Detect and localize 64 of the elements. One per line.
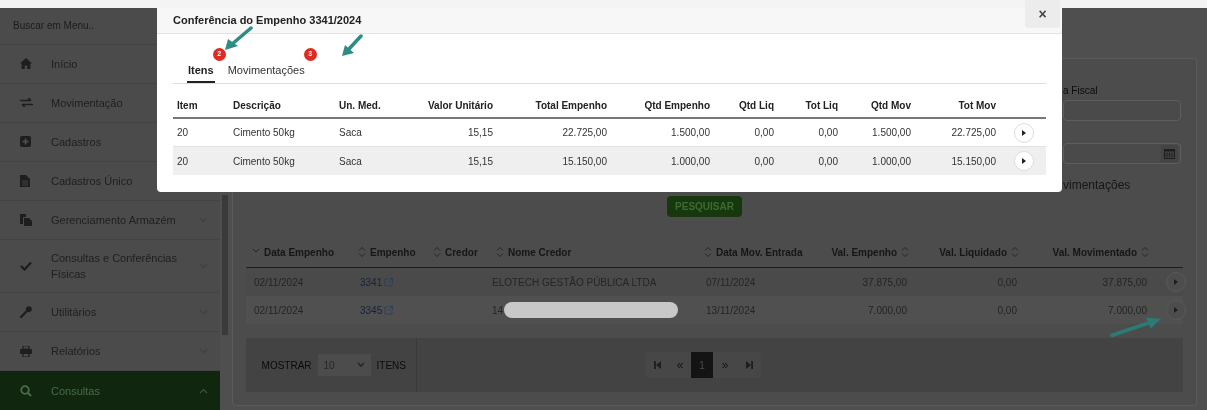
table-cell: 1.000,00: [872, 155, 911, 167]
column-header: Tot Mov: [958, 100, 996, 111]
table-cell: Cimento 50kg: [233, 127, 295, 138]
plus-square-icon: [20, 136, 31, 148]
column-header: Un. Med.: [339, 100, 381, 111]
table-cell: 1.500,00: [671, 127, 710, 138]
column-header: Qtd Liq: [739, 100, 774, 111]
play-icon: [1021, 129, 1026, 136]
exchange-icon: [20, 98, 33, 108]
tab[interactable]: Movimentações: [226, 61, 306, 83]
external-link-icon[interactable]: [384, 277, 394, 287]
first-page-icon: [653, 361, 661, 369]
calendar-button[interactable]: [1161, 145, 1178, 162]
table-cell: 0,00: [754, 127, 774, 138]
play-icon: [1174, 307, 1178, 313]
items-label: ITENS: [376, 358, 406, 373]
table-cell: 1.500,00: [872, 127, 911, 138]
date-field[interactable]: [1063, 143, 1181, 164]
copy-icon: [20, 213, 32, 226]
column-header: Descrição: [233, 100, 281, 111]
text-field[interactable]: [1063, 100, 1181, 121]
table-cell: Cimento 50kg: [233, 155, 295, 167]
table-cell: 15,15: [467, 127, 493, 138]
show-label: MOSTRAR: [261, 358, 312, 373]
field-label: a Fiscal: [1063, 84, 1099, 98]
printer-icon: [20, 345, 32, 357]
close-button[interactable]: ×: [1025, 0, 1060, 28]
wrench-icon: [20, 306, 32, 318]
column-header: Total Empenho: [535, 100, 607, 111]
column-header: Item: [177, 100, 198, 111]
play-icon: [1174, 279, 1178, 285]
column-header: Valor Unitário: [428, 100, 493, 111]
table-cell: 15.150,00: [562, 155, 607, 167]
sidebar-item[interactable]: Consultas: [0, 371, 220, 410]
column-header: Qtd Mov: [871, 100, 911, 111]
check-icon: [20, 260, 32, 271]
column-header: Qtd Empenho: [644, 100, 710, 111]
annotation-arrow: [340, 34, 364, 58]
table-cell: 0,00: [818, 155, 838, 167]
modal-title: Conferência do Empenho 3341/2024: [173, 13, 362, 29]
table-cell: 15,15: [467, 155, 493, 167]
search-icon: [20, 384, 32, 397]
table-cell: Saca: [339, 155, 362, 167]
table-cell: 22.725,00: [951, 127, 996, 138]
tab[interactable]: Itens: [187, 61, 215, 83]
previous-page-button[interactable]: «: [669, 352, 691, 378]
calendar-icon: [1164, 148, 1175, 159]
play-icon: [1021, 158, 1026, 164]
last-page-icon: [745, 361, 753, 369]
table-cell: 22.725,00: [562, 127, 607, 138]
table-cell: 0,00: [754, 155, 774, 167]
file-icon: [20, 174, 30, 187]
next-page-button[interactable]: »: [713, 352, 737, 378]
annotation-arrow: [223, 26, 253, 52]
empenho-link[interactable]: 3345: [360, 302, 383, 318]
table-cell: 20: [177, 127, 189, 138]
table-cell: 15.150,00: [951, 155, 996, 167]
external-link-icon[interactable]: [384, 305, 394, 315]
table-cell: 1.000,00: [671, 155, 710, 167]
table-cell: Saca: [339, 127, 362, 138]
chevron-down-icon: [356, 362, 365, 368]
column-header: Tot Liq: [805, 100, 838, 111]
table-cell: 0,00: [818, 127, 838, 138]
home-icon: [20, 58, 32, 70]
